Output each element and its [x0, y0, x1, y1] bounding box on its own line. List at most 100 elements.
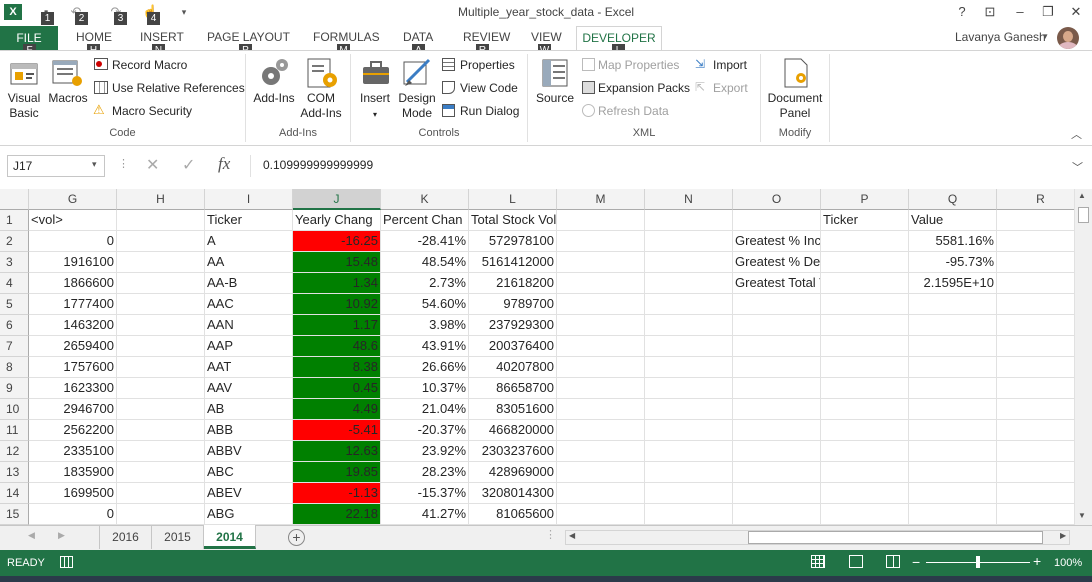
map-properties-button[interactable]: Map Properties: [598, 58, 679, 72]
tab-split-handle-icon[interactable]: ⋮: [545, 528, 556, 541]
column-header-n[interactable]: N: [645, 189, 733, 210]
sheet-tab-2016[interactable]: 2016: [100, 525, 152, 549]
cell-k6[interactable]: 3.98%: [381, 315, 469, 336]
cell-j7[interactable]: 48.6: [293, 336, 381, 357]
cell-l7[interactable]: 200376400: [469, 336, 557, 357]
cell-r9[interactable]: [997, 378, 1074, 399]
cell-g4[interactable]: 1866600: [29, 273, 117, 294]
cell-m7[interactable]: [557, 336, 645, 357]
cell-k13[interactable]: 28.23%: [381, 462, 469, 483]
row-header[interactable]: 15: [0, 504, 29, 525]
cell-q11[interactable]: [909, 420, 997, 441]
cell-i9[interactable]: AAV: [205, 378, 293, 399]
cell-k4[interactable]: 2.73%: [381, 273, 469, 294]
cell-g2[interactable]: 0: [29, 231, 117, 252]
insert-function-icon[interactable]: fx: [218, 154, 230, 174]
properties-button[interactable]: Properties: [460, 58, 515, 72]
cell-m3[interactable]: [557, 252, 645, 273]
cell-h3[interactable]: [117, 252, 205, 273]
row-header[interactable]: 11: [0, 420, 29, 441]
tab-insert[interactable]: INSERT: [140, 30, 184, 44]
help-button[interactable]: ?: [952, 4, 972, 20]
cell-o6[interactable]: [733, 315, 821, 336]
cell-l12[interactable]: 2303237600: [469, 441, 557, 462]
cell-r5[interactable]: [997, 294, 1074, 315]
cell-r2[interactable]: [997, 231, 1074, 252]
cell-p8[interactable]: [821, 357, 909, 378]
cell-p3[interactable]: [821, 252, 909, 273]
cell-i7[interactable]: AAP: [205, 336, 293, 357]
refresh-data-button[interactable]: Refresh Data: [598, 104, 669, 118]
cell-q1[interactable]: Value: [909, 210, 997, 231]
cell-r12[interactable]: [997, 441, 1074, 462]
column-header-q[interactable]: Q: [909, 189, 997, 210]
cell-l15[interactable]: 81065600: [469, 504, 557, 525]
normal-view-icon[interactable]: [811, 555, 825, 568]
use-relative-references-button[interactable]: Use Relative References: [112, 81, 245, 95]
cell-n12[interactable]: [645, 441, 733, 462]
cell-n13[interactable]: [645, 462, 733, 483]
cell-m14[interactable]: [557, 483, 645, 504]
cell-o12[interactable]: [733, 441, 821, 462]
cell-q9[interactable]: [909, 378, 997, 399]
cell-p7[interactable]: [821, 336, 909, 357]
cell-r15[interactable]: [997, 504, 1074, 525]
source-button[interactable]: Source: [533, 91, 577, 106]
cell-q7[interactable]: [909, 336, 997, 357]
cell-n4[interactable]: [645, 273, 733, 294]
zoom-in-icon[interactable]: +: [1033, 553, 1041, 569]
design-mode-button[interactable]: Design Mode: [396, 91, 438, 121]
cell-p13[interactable]: [821, 462, 909, 483]
cell-g3[interactable]: 1916100: [29, 252, 117, 273]
cell-h6[interactable]: [117, 315, 205, 336]
cell-p14[interactable]: [821, 483, 909, 504]
cell-p9[interactable]: [821, 378, 909, 399]
cell-o13[interactable]: [733, 462, 821, 483]
cell-m12[interactable]: [557, 441, 645, 462]
cell-o5[interactable]: [733, 294, 821, 315]
column-header-p[interactable]: P: [821, 189, 909, 210]
cell-q15[interactable]: [909, 504, 997, 525]
cell-r11[interactable]: [997, 420, 1074, 441]
com-add-ins-button[interactable]: COM Add-Ins: [298, 91, 344, 121]
cell-i10[interactable]: AB: [205, 399, 293, 420]
cell-o8[interactable]: [733, 357, 821, 378]
cell-p11[interactable]: [821, 420, 909, 441]
cell-l1[interactable]: Total Stock Volume: [469, 210, 557, 231]
tab-data[interactable]: DATA: [403, 30, 433, 44]
cell-j12[interactable]: 12.63: [293, 441, 381, 462]
document-panel-button[interactable]: Document Panel: [763, 91, 827, 121]
import-button[interactable]: Import: [713, 58, 747, 72]
confirm-entry-icon[interactable]: ✓: [182, 155, 195, 175]
cell-j8[interactable]: 8.38: [293, 357, 381, 378]
cell-m4[interactable]: [557, 273, 645, 294]
cell-m5[interactable]: [557, 294, 645, 315]
cell-g5[interactable]: 1777400: [29, 294, 117, 315]
vertical-scrollbar[interactable]: ▲ ▼: [1074, 189, 1092, 525]
cell-k10[interactable]: 21.04%: [381, 399, 469, 420]
cell-l13[interactable]: 428969000: [469, 462, 557, 483]
cell-j4[interactable]: 1.34: [293, 273, 381, 294]
cell-i5[interactable]: AAC: [205, 294, 293, 315]
cell-k3[interactable]: 48.54%: [381, 252, 469, 273]
cell-q2[interactable]: 5581.16%: [909, 231, 997, 252]
row-header[interactable]: 2: [0, 231, 29, 252]
cell-m2[interactable]: [557, 231, 645, 252]
cell-l14[interactable]: 3208014300: [469, 483, 557, 504]
export-button[interactable]: Export: [713, 81, 748, 95]
cell-g1[interactable]: <vol>: [29, 210, 117, 231]
cell-h2[interactable]: [117, 231, 205, 252]
cell-j14[interactable]: -1.13: [293, 483, 381, 504]
cell-k12[interactable]: 23.92%: [381, 441, 469, 462]
cell-i1[interactable]: Ticker: [205, 210, 293, 231]
cell-h7[interactable]: [117, 336, 205, 357]
column-header-r[interactable]: R: [997, 189, 1074, 210]
cell-n15[interactable]: [645, 504, 733, 525]
cell-n3[interactable]: [645, 252, 733, 273]
cell-m13[interactable]: [557, 462, 645, 483]
cell-g14[interactable]: 1699500: [29, 483, 117, 504]
cell-q10[interactable]: [909, 399, 997, 420]
cell-o1[interactable]: [733, 210, 821, 231]
cell-p6[interactable]: [821, 315, 909, 336]
cell-p12[interactable]: [821, 441, 909, 462]
